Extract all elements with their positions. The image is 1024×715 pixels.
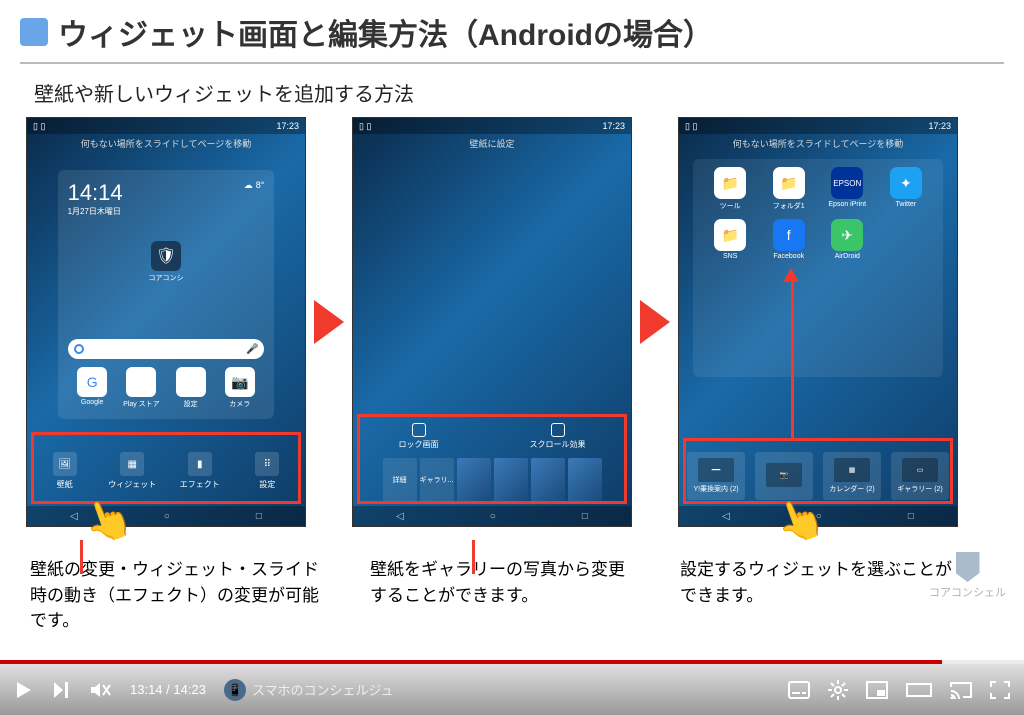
time-display: 13:14 / 14:23 [130, 682, 206, 697]
brand-logo: コアコンシェル [929, 552, 1006, 600]
play-button[interactable] [14, 680, 34, 700]
next-button[interactable] [52, 680, 72, 700]
search-bar: 🎤 [68, 339, 265, 359]
home-panel: 14:14 1月27日木曜日 ☁ 8° 🛡 コアコンシ 🎤 GGoogle ▶P… [58, 170, 275, 419]
subtitle: 壁紙や新しいウィジェットを追加する方法 [34, 78, 1004, 107]
mute-button[interactable] [90, 680, 112, 700]
miniplayer-button[interactable] [866, 681, 888, 699]
caption-3: 設定するウィジェットを選ぶことができます。 [680, 557, 960, 634]
settings-button[interactable] [828, 680, 848, 700]
arrow-right-icon [314, 300, 344, 344]
channel-link[interactable]: 📱 スマホのコンシェルジュ [224, 679, 394, 701]
phone-screenshot-3: ▯ ▯17:23 何もない場所をスライドしてページを移動 📁ツール 📁フォルダ1… [678, 117, 958, 527]
status-bar: ▯ ▯17:23 [27, 118, 305, 134]
wallpaper-preview [353, 153, 631, 419]
phone-screenshot-1: ▯ ▯17:23 何もない場所をスライドしてページを移動 14:14 1月27日… [26, 117, 306, 527]
app-grid: 📁ツール 📁フォルダ1 EPSONEpson iPrint ✦Twitter 📁… [693, 159, 943, 377]
progress-fill [0, 660, 942, 664]
title-bullet [20, 18, 48, 46]
progress-bar[interactable] [0, 660, 1024, 664]
hint-text: 何もない場所をスライドしてページを移動 [27, 134, 305, 153]
google-icon [74, 344, 84, 354]
weather-widget: ☁ 8° [244, 180, 265, 191]
phones-row: ▯ ▯17:23 何もない場所をスライドしてページを移動 14:14 1月27日… [20, 117, 1004, 527]
channel-avatar: 📱 [224, 679, 246, 701]
theater-button[interactable] [906, 681, 932, 699]
phone-screenshot-2: ▯ ▯17:23 壁紙に設定 ロック画面 スクロール効果 詳細 ギャラリ... … [352, 117, 632, 527]
fullscreen-button[interactable] [990, 681, 1010, 699]
caption-1: 壁紙の変更・ウィジェット・スライド時の動き（エフェクト）の変更が可能です。 [30, 557, 330, 634]
slide: ウィジェット画面と編集方法（Androidの場合） 壁紙や新しいウィジェットを追… [0, 0, 1024, 660]
arrow-right-icon [640, 300, 670, 344]
caption-2: 壁紙をギャラリーの写真から変更することができます。 [370, 557, 640, 634]
highlight-box [31, 432, 301, 504]
captions-button[interactable] [788, 681, 810, 699]
page-title: ウィジェット画面と編集方法（Androidの場合） [58, 10, 713, 54]
app-icon-coreconcierge: 🛡 [151, 241, 181, 271]
arrow-up-icon [783, 268, 799, 282]
title-row: ウィジェット画面と編集方法（Androidの場合） [20, 10, 1004, 64]
video-player-bar: 13:14 / 14:23 📱 スマホのコンシェルジュ [0, 660, 1024, 715]
clock-widget: 14:14 [68, 180, 123, 206]
cast-button[interactable] [950, 681, 972, 699]
mic-icon: 🎤 [246, 344, 258, 355]
nav-bar: ◁○□ [27, 506, 305, 526]
captions-row: 壁紙の変更・ウィジェット・スライド時の動き（エフェクト）の変更が可能です。 壁紙… [20, 527, 1004, 634]
